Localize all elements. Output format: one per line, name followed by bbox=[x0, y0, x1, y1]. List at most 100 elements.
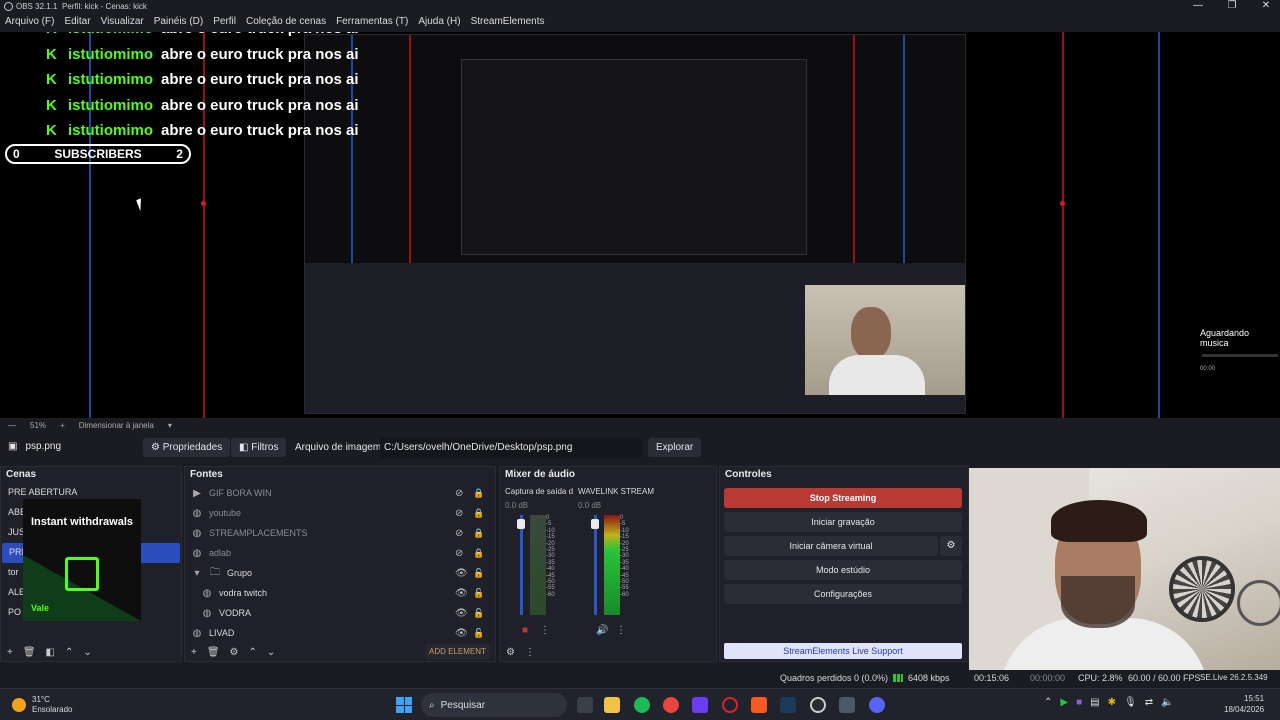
preview-canvas[interactable]: Kistutiomimo abre o euro truck pra nos ai… bbox=[0, 32, 1280, 418]
file-explorer-icon[interactable] bbox=[604, 697, 620, 713]
eye-icon[interactable]: 👁 bbox=[455, 628, 468, 639]
zoom-minus-button[interactable]: — bbox=[8, 421, 16, 430]
app-icon[interactable]: ▤ bbox=[1090, 697, 1099, 708]
play-icon[interactable]: ▶ bbox=[1060, 697, 1068, 708]
weather-widget[interactable]: 31°C Ensolarado bbox=[12, 695, 72, 715]
eye-hidden-icon[interactable]: ⊘ bbox=[455, 488, 463, 499]
app-icon[interactable] bbox=[839, 697, 855, 713]
lock-icon[interactable]: 🔒 bbox=[473, 548, 484, 559]
chevron-up-icon[interactable]: ⌃ bbox=[1044, 697, 1052, 708]
move-down-button[interactable]: ⌄ bbox=[267, 647, 275, 658]
filters-button[interactable]: ◧ Filtros bbox=[231, 438, 287, 457]
lock-icon[interactable]: 🔓 bbox=[473, 628, 484, 639]
scene-filters-button[interactable]: ◧ bbox=[46, 647, 55, 658]
zoom-plus-button[interactable]: + bbox=[60, 421, 65, 430]
volume-knob[interactable] bbox=[591, 519, 599, 529]
studio-mode-button[interactable]: Modo estúdio bbox=[724, 560, 962, 580]
remove-source-button[interactable]: 🗑 bbox=[207, 647, 220, 658]
speaker-icon[interactable]: 🔈 bbox=[1161, 697, 1173, 708]
resize-handle[interactable] bbox=[201, 201, 206, 206]
menu-view[interactable]: Visualizar bbox=[101, 16, 144, 32]
add-scene-button[interactable]: + bbox=[7, 647, 13, 658]
dropped-frames: Quadros perdidos 0 (0.0%) bbox=[780, 673, 889, 683]
move-up-button[interactable]: ⌃ bbox=[249, 647, 257, 658]
resize-handle[interactable] bbox=[1060, 201, 1065, 206]
menu-scene-collection[interactable]: Coleção de cenas bbox=[246, 16, 326, 32]
remove-scene-button[interactable]: 🗑 bbox=[23, 647, 36, 658]
obs-icon[interactable] bbox=[810, 697, 826, 713]
app-icon[interactable] bbox=[692, 697, 708, 713]
eye-hidden-icon[interactable]: ⊘ bbox=[455, 548, 463, 559]
speaker-icon[interactable]: 🔊 bbox=[596, 625, 608, 636]
advanced-audio-button[interactable]: ⚙ bbox=[506, 647, 515, 658]
eye-icon[interactable]: 👁 bbox=[455, 588, 468, 599]
source-item[interactable]: ◍ STREAMPLACEMENTS ⊘ 🔒 bbox=[185, 523, 495, 543]
lock-icon[interactable]: 🔒 bbox=[473, 488, 484, 499]
source-group[interactable]: ▾ 🗀 Grupo 👁 🔓 bbox=[185, 563, 495, 583]
menu-file[interactable]: Arquivo (F) bbox=[5, 16, 54, 32]
source-item[interactable]: ◍ vodra twitch 👁 🔓 bbox=[185, 583, 495, 603]
chrome-icon[interactable] bbox=[663, 697, 679, 713]
taskbar-search[interactable]: ⌕ Pesquisar bbox=[421, 693, 567, 717]
source-item[interactable]: ◍ youtube ⊘ 🔒 bbox=[185, 503, 495, 523]
more-icon[interactable]: ⋮ bbox=[616, 625, 626, 636]
windows-start-icon[interactable] bbox=[396, 697, 412, 713]
menu-tools[interactable]: Ferramentas (T) bbox=[336, 16, 408, 32]
menu-profile[interactable]: Perfil bbox=[213, 16, 236, 32]
chevron-down-icon[interactable]: ▾ bbox=[168, 421, 172, 430]
menu-edit[interactable]: Editar bbox=[64, 16, 90, 32]
lock-icon[interactable]: 🔒 bbox=[473, 528, 484, 539]
speaker-muted-icon[interactable]: ■ bbox=[522, 625, 528, 636]
steam-icon[interactable] bbox=[780, 697, 796, 713]
start-recording-button[interactable]: Iniciar gravação bbox=[724, 512, 962, 532]
move-down-button[interactable]: ⌄ bbox=[83, 647, 91, 658]
volume-slider[interactable] bbox=[520, 515, 523, 615]
taskbar-clock[interactable]: 15:51 18/04/2026 bbox=[1224, 693, 1264, 715]
discord-icon[interactable] bbox=[869, 697, 885, 713]
opera-icon[interactable] bbox=[722, 697, 738, 713]
maximize-button[interactable]: ❐ bbox=[1224, 0, 1240, 11]
volume-knob[interactable] bbox=[517, 519, 525, 529]
app-icon[interactable]: ■ bbox=[1076, 697, 1082, 708]
add-element-button[interactable]: ADD ELEMENT bbox=[425, 644, 490, 659]
more-icon[interactable]: ⋮ bbox=[525, 647, 535, 658]
add-source-button[interactable]: + bbox=[191, 647, 197, 658]
brave-icon[interactable] bbox=[751, 697, 767, 713]
streamelements-support-button[interactable]: StreamElements Live Support bbox=[724, 643, 962, 659]
properties-button[interactable]: ⚙ Propriedades bbox=[143, 438, 231, 457]
source-settings-button[interactable]: ⚙ bbox=[230, 647, 239, 658]
lock-icon[interactable]: 🔓 bbox=[473, 588, 484, 599]
eye-icon[interactable]: 👁 bbox=[455, 608, 468, 619]
lock-icon[interactable]: 🔒 bbox=[473, 508, 484, 519]
browse-button[interactable]: Explorar bbox=[648, 438, 702, 457]
eye-hidden-icon[interactable]: ⊘ bbox=[455, 528, 463, 539]
minimize-button[interactable]: — bbox=[1190, 0, 1206, 11]
chevron-down-icon[interactable]: ▾ bbox=[191, 568, 203, 579]
source-item[interactable]: ◍ adlab ⊘ 🔒 bbox=[185, 543, 495, 563]
menu-help[interactable]: Ajuda (H) bbox=[418, 16, 460, 32]
network-icon[interactable]: ⇄ bbox=[1145, 697, 1153, 708]
menu-docks[interactable]: Painéis (D) bbox=[154, 16, 203, 32]
close-button[interactable]: ✕ bbox=[1258, 0, 1274, 11]
settings-button[interactable]: Configurações bbox=[724, 584, 962, 604]
spotify-icon[interactable] bbox=[634, 697, 650, 713]
volume-slider[interactable] bbox=[594, 515, 597, 615]
resize-mode-select[interactable]: Dimensionar à janela bbox=[79, 421, 154, 430]
microphone-icon[interactable]: 🎙 bbox=[1124, 697, 1137, 708]
source-item[interactable]: ▶ GIF BORA WIN ⊘ 🔒 bbox=[185, 483, 495, 503]
eye-icon[interactable]: 👁 bbox=[455, 568, 468, 579]
lock-icon[interactable]: 🔓 bbox=[473, 608, 484, 619]
menu-streamelements[interactable]: StreamElements bbox=[471, 16, 545, 32]
gear-icon[interactable]: ⚙ bbox=[940, 536, 962, 556]
source-item[interactable]: ◍ LIVAD 👁 🔓 bbox=[185, 623, 495, 643]
eye-hidden-icon[interactable]: ⊘ bbox=[455, 508, 463, 519]
move-up-button[interactable]: ⌃ bbox=[65, 647, 73, 658]
virtual-camera-button[interactable]: Iniciar câmera virtual bbox=[724, 536, 938, 556]
more-icon[interactable]: ⋮ bbox=[540, 625, 550, 636]
stop-streaming-button[interactable]: Stop Streaming bbox=[724, 488, 962, 508]
image-path-field[interactable]: C:/Users/ovelh/OneDrive/Desktop/psp.png bbox=[380, 438, 642, 458]
lock-icon[interactable]: 🔓 bbox=[473, 568, 484, 579]
app-icon[interactable]: ✱ bbox=[1108, 697, 1116, 708]
source-item[interactable]: ◍ VODRA 👁 🔓 bbox=[185, 603, 495, 623]
task-view-icon[interactable] bbox=[577, 697, 593, 713]
